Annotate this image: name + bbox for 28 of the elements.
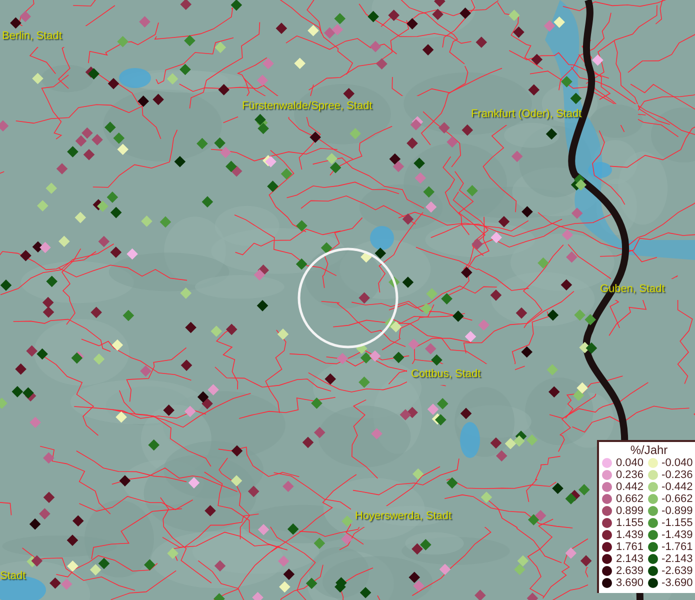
legend-value: 3.690 — [616, 577, 644, 589]
legend-value: 0.236 — [616, 469, 644, 481]
legend-value: -1.761 — [662, 541, 693, 553]
legend-value: -0.899 — [662, 505, 693, 517]
place-label: Hoyerswerda, Stadt — [355, 510, 452, 523]
place-label: Berlin, Stadt — [2, 30, 62, 43]
legend-value: -3.690 — [662, 577, 693, 589]
legend-value: -0.236 — [662, 469, 693, 481]
place-label: Cottbus, Stadt — [411, 368, 481, 381]
legend-value: 0.662 — [616, 493, 644, 505]
legend-value: -0.442 — [662, 481, 693, 493]
legend-value: 1.761 — [616, 541, 644, 553]
legend-value: -1.155 — [662, 517, 693, 529]
legend-value: 0.442 — [616, 481, 644, 493]
legend-value: -1.439 — [662, 529, 693, 541]
legend-value: 2.143 — [616, 553, 644, 565]
legend-value: 1.155 — [616, 517, 644, 529]
legend-value: 1.439 — [616, 529, 644, 541]
legend-value: -2.143 — [662, 553, 693, 565]
legend-title: %/Jahr — [629, 443, 669, 457]
legend-value: -2.639 — [662, 565, 693, 577]
legend-value: 0.899 — [616, 505, 644, 517]
legend-value: 0.040 — [616, 457, 644, 469]
place-label: Stadt — [0, 570, 26, 583]
legend-value: -0.662 — [662, 493, 693, 505]
legend-value: 2.639 — [616, 565, 644, 577]
legend-value: -0.040 — [662, 457, 693, 469]
place-label: Fürstenwalde/Spree, Stadt — [242, 100, 372, 113]
